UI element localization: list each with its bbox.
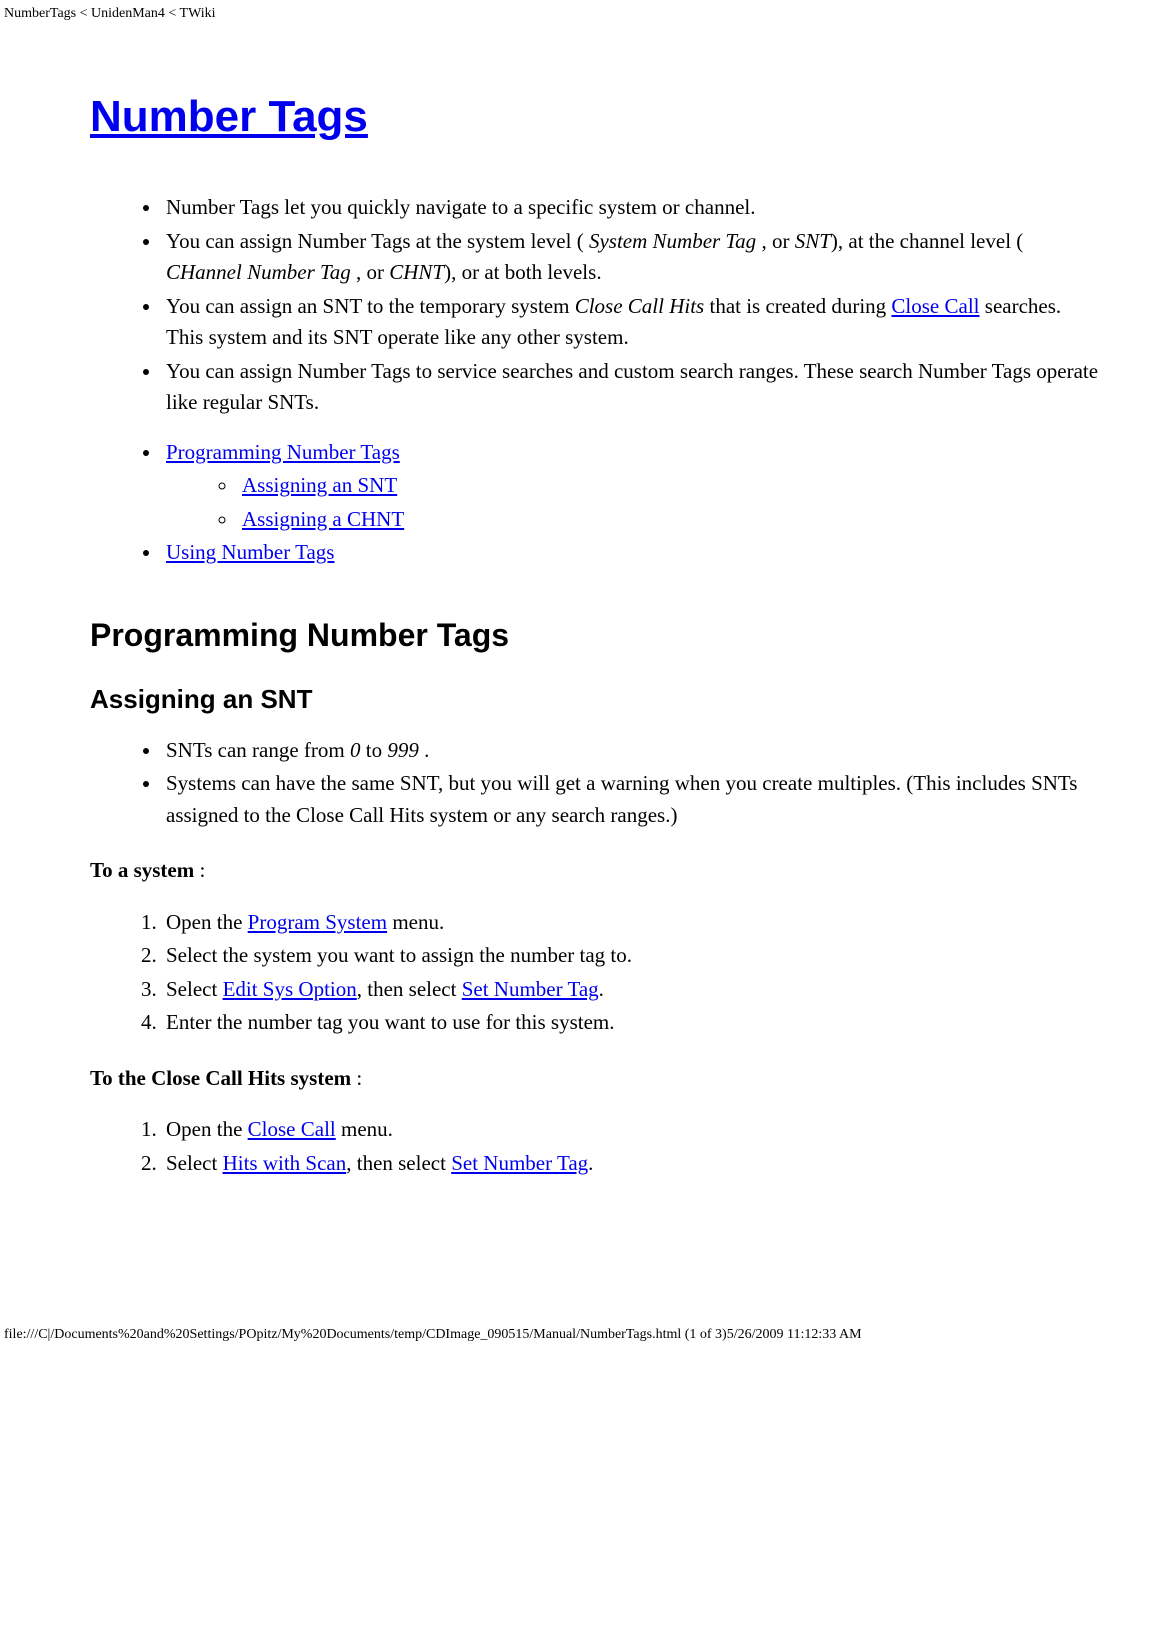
to-a-system-label: To a system : <box>90 855 1100 887</box>
list-item: Select Edit Sys Option, then select Set … <box>162 974 1100 1006</box>
list-item: Systems can have the same SNT, but you w… <box>162 768 1100 831</box>
snt-bullet-list: SNTs can range from 0 to 999 . Systems c… <box>90 735 1100 832</box>
text: ), at the channel level ( <box>831 229 1023 253</box>
text: You can assign Number Tags to service se… <box>166 359 1098 415</box>
text: , or <box>351 260 390 284</box>
title-link[interactable]: Number Tags <box>90 92 368 141</box>
text: that is created during <box>704 294 891 318</box>
text: Select the system you want to assign the… <box>166 943 632 967</box>
text-italic: Close Call Hits <box>575 294 705 318</box>
text: SNTs can range from <box>166 738 350 762</box>
text-italic: 999 <box>387 738 419 762</box>
page-title: Number Tags <box>90 92 1100 142</box>
heading-programming: Programming Number Tags <box>90 617 1100 654</box>
to-system-steps: Open the Program System menu. Select the… <box>90 907 1100 1039</box>
text: : <box>194 858 205 882</box>
list-item: Open the Close Call menu. <box>162 1114 1100 1146</box>
text: Number Tags let you quickly navigate to … <box>166 195 755 219</box>
close-call-link[interactable]: Close Call <box>891 294 979 318</box>
text: menu. <box>387 910 444 934</box>
list-item: Open the Program System menu. <box>162 907 1100 939</box>
page-header-breadcrumb: NumberTags < UnidenMan4 < TWiki <box>0 0 1150 22</box>
document-body: Number Tags Number Tags let you quickly … <box>0 22 1150 1217</box>
list-item: Select Hits with Scan, then select Set N… <box>162 1148 1100 1180</box>
list-item: Enter the number tag you want to use for… <box>162 1007 1100 1039</box>
text: to <box>360 738 387 762</box>
heading-assigning-snt: Assigning an SNT <box>90 684 1100 715</box>
text: menu. <box>336 1117 393 1141</box>
text: , or <box>756 229 795 253</box>
set-number-tag-link[interactable]: Set Number Tag <box>462 977 599 1001</box>
hits-with-scan-link[interactable]: Hits with Scan <box>223 1151 347 1175</box>
toc-item: Programming Number Tags Assigning an SNT… <box>162 437 1100 536</box>
text: Systems can have the same SNT, but you w… <box>166 771 1077 827</box>
toc-assign-chnt-link[interactable]: Assigning a CHNT <box>242 507 404 531</box>
list-item: SNTs can range from 0 to 999 . <box>162 735 1100 767</box>
page-footer-path: file:///C|/Documents%20and%20Settings/PO… <box>0 1217 1150 1349</box>
toc-subitem: Assigning a CHNT <box>238 504 1100 536</box>
text: : <box>351 1066 362 1090</box>
text: Select <box>166 977 223 1001</box>
list-item: Select the system you want to assign the… <box>162 940 1100 972</box>
text: Open the <box>166 910 248 934</box>
edit-sys-option-link[interactable]: Edit Sys Option <box>223 977 357 1001</box>
text-bold: To the Close Call Hits system <box>90 1066 351 1090</box>
toc-using-link[interactable]: Using Number Tags <box>166 540 334 564</box>
toc-subitem: Assigning an SNT <box>238 470 1100 502</box>
text-italic: System Number Tag <box>589 229 756 253</box>
text-bold: To a system <box>90 858 194 882</box>
text: . <box>599 977 604 1001</box>
text: . <box>419 738 430 762</box>
text: , then select <box>346 1151 451 1175</box>
text: . <box>588 1151 593 1175</box>
to-cch-system-label: To the Close Call Hits system : <box>90 1063 1100 1095</box>
close-call-menu-link[interactable]: Close Call <box>248 1117 336 1141</box>
text: Enter the number tag you want to use for… <box>166 1010 615 1034</box>
program-system-link[interactable]: Program System <box>248 910 387 934</box>
list-item: You can assign an SNT to the temporary s… <box>162 291 1100 354</box>
to-cch-steps: Open the Close Call menu. Select Hits wi… <box>90 1114 1100 1179</box>
text-italic: CHNT <box>389 260 444 284</box>
text-italic: SNT <box>795 229 831 253</box>
intro-list: Number Tags let you quickly navigate to … <box>90 192 1100 419</box>
list-item: You can assign Number Tags to service se… <box>162 356 1100 419</box>
text: You can assign an SNT to the temporary s… <box>166 294 575 318</box>
text: Open the <box>166 1117 248 1141</box>
toc-list: Programming Number Tags Assigning an SNT… <box>90 437 1100 569</box>
text: Select <box>166 1151 223 1175</box>
text: You can assign Number Tags at the system… <box>166 229 589 253</box>
text-italic: CHannel Number Tag <box>166 260 351 284</box>
text: ), or at both levels. <box>444 260 601 284</box>
text-italic: 0 <box>350 738 361 762</box>
list-item: You can assign Number Tags at the system… <box>162 226 1100 289</box>
toc-assign-snt-link[interactable]: Assigning an SNT <box>242 473 397 497</box>
toc-sublist: Assigning an SNT Assigning a CHNT <box>166 470 1100 535</box>
list-item: Number Tags let you quickly navigate to … <box>162 192 1100 224</box>
text: , then select <box>357 977 462 1001</box>
toc-item: Using Number Tags <box>162 537 1100 569</box>
toc-programming-link[interactable]: Programming Number Tags <box>166 440 400 464</box>
set-number-tag-link-2[interactable]: Set Number Tag <box>451 1151 588 1175</box>
